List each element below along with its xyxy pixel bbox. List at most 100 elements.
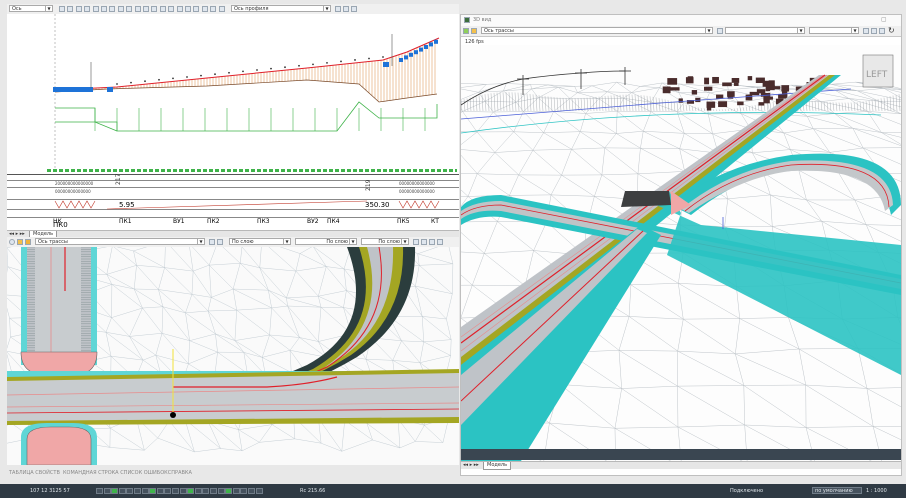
station-label: ВУ2 xyxy=(307,218,319,225)
status-toggle-icon[interactable] xyxy=(248,488,255,494)
grid-icon[interactable] xyxy=(217,239,223,245)
bottom-tab[interactable]: ТАБЛИЦА СВОЙСТВ xyxy=(9,470,60,476)
tool-icon[interactable] xyxy=(84,6,91,12)
refresh-icon[interactable]: ↻ xyxy=(888,26,895,35)
status-toggle-icon[interactable] xyxy=(141,488,149,494)
label-219: 219 xyxy=(365,179,372,191)
status-toggle-icon[interactable] xyxy=(225,488,233,494)
lineweight-combo[interactable]: По слою ▼ xyxy=(361,238,409,245)
snap-icon[interactable] xyxy=(209,239,215,245)
tool-icon[interactable] xyxy=(109,6,116,12)
view3d-tab-bar: ◂◂ ▸ ▸▸ Модель xyxy=(461,461,901,470)
plan-view[interactable] xyxy=(7,247,459,465)
tool-icon[interactable] xyxy=(879,28,885,34)
design-line xyxy=(54,37,440,91)
tool-icon[interactable] xyxy=(176,6,183,12)
filter-icon[interactable] xyxy=(429,239,435,245)
connection-state: Подключено xyxy=(730,488,764,494)
bottom-tab[interactable]: СПИСОК ОШИБОК xyxy=(120,470,168,476)
chevron-down-icon: ▼ xyxy=(283,239,290,244)
tool-icon[interactable] xyxy=(185,6,191,12)
scale-combo[interactable]: по умолчанию xyxy=(812,487,862,494)
status-toggle-icon[interactable] xyxy=(126,488,134,494)
status-toggle-icon[interactable] xyxy=(164,488,172,494)
table-icon[interactable] xyxy=(343,6,349,12)
status-toggle-icon[interactable] xyxy=(149,488,157,494)
tool-icon[interactable] xyxy=(210,6,217,12)
layers-icon[interactable] xyxy=(335,6,341,12)
coords-readout: 107 12 3125 57 xyxy=(30,488,70,494)
status-toggle-icon[interactable] xyxy=(179,488,187,494)
camera-icon[interactable] xyxy=(717,28,723,34)
tool-icon[interactable] xyxy=(75,6,82,12)
tool-icon[interactable] xyxy=(159,6,166,12)
folder-icon[interactable] xyxy=(25,239,31,245)
chevron-down-icon: ▼ xyxy=(705,28,712,33)
maximize-icon[interactable]: ▢ xyxy=(881,16,887,23)
tool-icon[interactable] xyxy=(117,6,124,12)
info-icon[interactable] xyxy=(9,239,15,245)
tab-model-3d[interactable]: Модель xyxy=(483,462,512,470)
table-icon[interactable] xyxy=(421,239,427,245)
status-toggle-icon[interactable] xyxy=(103,488,111,494)
lower-structure-line-2 xyxy=(55,121,118,132)
tool-icon[interactable] xyxy=(168,6,175,12)
status-toggle-icon[interactable] xyxy=(111,488,119,494)
profile-view[interactable]: 200000000000000 00000000000000 000000000… xyxy=(7,14,459,230)
view3d-combo-2[interactable]: ▼ xyxy=(725,27,805,34)
status-toggle-icon[interactable] xyxy=(240,488,248,494)
status-toggle-icon[interactable] xyxy=(232,488,240,494)
status-toggle-icon[interactable] xyxy=(202,488,210,494)
status-toggle-icon[interactable] xyxy=(134,488,141,494)
export-icon[interactable] xyxy=(871,28,877,34)
status-toggle-icon[interactable] xyxy=(187,488,195,494)
tool-icon[interactable] xyxy=(59,6,65,12)
tool-icon[interactable] xyxy=(134,6,141,12)
status-toggle-icon[interactable] xyxy=(194,488,202,494)
tool-icon[interactable] xyxy=(193,6,200,12)
status-toggle-icon[interactable] xyxy=(210,488,217,494)
tool-icon[interactable] xyxy=(201,6,208,12)
tool-icon[interactable] xyxy=(151,6,158,12)
bottom-tab[interactable]: СПРАВКА xyxy=(168,470,192,476)
station-label: ПК1 xyxy=(119,218,132,225)
left-value: 5.95 xyxy=(119,201,135,209)
status-toggle-icon[interactable] xyxy=(96,488,103,494)
svg-text:00000000000000: 00000000000000 xyxy=(399,181,435,186)
view3d-scroll[interactable] xyxy=(461,449,901,460)
tool-icon[interactable] xyxy=(218,6,225,12)
station-point xyxy=(170,412,176,418)
overpass-deck xyxy=(621,191,671,207)
status-toggle-icon[interactable] xyxy=(172,488,179,494)
status-toggle-icon[interactable] xyxy=(217,488,225,494)
view3d-axis-combo[interactable]: Ось трассы ▼ xyxy=(481,27,713,34)
nav-arrows-3d[interactable]: ◂◂ ▸ ▸▸ xyxy=(463,462,479,468)
axis-combo[interactable]: Ось трассы ▼ xyxy=(35,238,205,245)
settings-icon[interactable] xyxy=(437,239,443,245)
station-label: ПК4 xyxy=(327,218,340,225)
pan-icon[interactable] xyxy=(463,28,469,34)
tool-icon[interactable] xyxy=(67,6,74,12)
view3d-title: 3D вид xyxy=(473,17,492,23)
layer-combo[interactable]: Ось ▼ xyxy=(9,5,53,12)
profile-table: 200000000000000 00000000000000 000000000… xyxy=(7,174,459,230)
status-bar: 107 12 3125 57 Rc 215.66 Подключено по у… xyxy=(0,484,906,498)
status-toggle-icon[interactable] xyxy=(118,488,126,494)
light-icon[interactable] xyxy=(863,28,869,34)
profile-combo[interactable]: Ось профиля ▼ xyxy=(231,5,331,12)
palette-icon[interactable] xyxy=(17,239,23,245)
tool-icon[interactable] xyxy=(126,6,133,12)
color-combo[interactable]: По слою ▼ xyxy=(229,238,291,245)
linetype-combo[interactable]: По слою ▼ xyxy=(295,238,357,245)
status-toggle-icon[interactable] xyxy=(255,488,263,494)
bottom-tab[interactable]: КОМАНДНАЯ СТРОКА xyxy=(63,470,119,476)
filter-icon[interactable] xyxy=(351,6,357,12)
view3d-combo-3[interactable]: ▼ xyxy=(809,27,859,34)
tool-icon[interactable] xyxy=(92,6,99,12)
tool-icon[interactable] xyxy=(101,6,107,12)
layers-icon[interactable] xyxy=(413,239,419,245)
status-toggle-icon[interactable] xyxy=(156,488,164,494)
palette-icon[interactable] xyxy=(471,28,477,34)
tool-icon[interactable] xyxy=(143,6,149,12)
chevron-down-icon: ▼ xyxy=(323,6,330,11)
